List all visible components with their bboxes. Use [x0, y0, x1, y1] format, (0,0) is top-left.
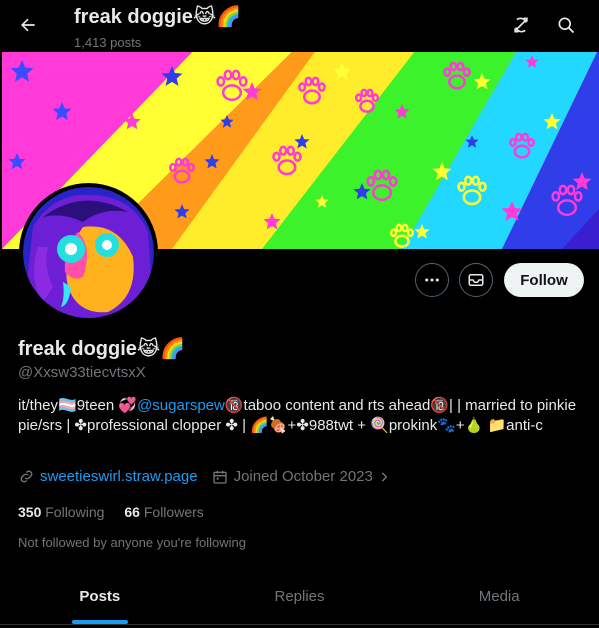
profile-bio: it/they🏳️‍⚧️9teen 💞@sugarspew🔞taboo cont…	[18, 396, 578, 436]
followers-link[interactable]: 66 Followers	[124, 504, 203, 520]
more-options-button[interactable]	[415, 263, 449, 297]
tab-replies[interactable]: Replies	[200, 568, 400, 624]
following-label: Following	[45, 504, 105, 520]
not-followed-notice: Not followed by anyone you're following	[18, 535, 246, 550]
following-link[interactable]: 350 Following	[18, 504, 104, 520]
more-icon	[425, 278, 439, 282]
tab-media-label: Media	[478, 587, 520, 605]
bio-text-1: it/they🏳️‍⚧️9teen 💞	[18, 397, 138, 414]
mail-icon	[468, 274, 484, 286]
followers-label: Followers	[143, 504, 204, 520]
joined-date: Joined October 2023	[233, 468, 373, 485]
follow-button[interactable]: Follow	[504, 263, 584, 297]
calendar-icon	[212, 470, 227, 484]
profile-avatar[interactable]	[19, 183, 158, 322]
top-bar: freak doggie😹🌈 1,413 posts	[0, 0, 599, 52]
sync-icon	[514, 17, 528, 33]
active-tab-indicator	[71, 620, 128, 624]
profile-meta: sweetieswirl.straw.page Joined October 2…	[18, 468, 391, 485]
website-item: sweetieswirl.straw.page	[18, 468, 198, 485]
follow-counts: 350 Following 66 Followers	[18, 504, 204, 520]
bio-mention-link[interactable]: @sugarspew	[137, 397, 225, 414]
back-button[interactable]	[10, 7, 46, 43]
post-count: 1,413 posts	[74, 35, 142, 50]
tab-posts[interactable]: Posts	[0, 568, 200, 624]
tab-posts-label: Posts	[79, 587, 121, 605]
link-icon	[20, 470, 33, 483]
chevron-right-icon	[381, 471, 388, 482]
header-title: freak doggie😹🌈	[74, 6, 242, 28]
display-name: freak doggie😹🌈	[18, 338, 186, 360]
tab-replies-label: Replies	[274, 587, 325, 605]
sync-button[interactable]	[504, 8, 538, 42]
joined-item[interactable]: Joined October 2023	[212, 468, 391, 485]
search-icon	[558, 17, 575, 34]
back-arrow-icon	[21, 18, 35, 32]
tab-media[interactable]: Media	[399, 568, 599, 624]
message-button[interactable]	[459, 263, 493, 297]
following-count: 350	[18, 504, 42, 520]
website-link[interactable]: sweetieswirl.straw.page	[40, 468, 198, 485]
profile-tabs: Posts Replies Media	[0, 568, 599, 625]
user-handle: @Xxsw33tiecvtsxX	[18, 364, 146, 381]
avatar-image	[23, 187, 154, 318]
search-button[interactable]	[549, 8, 583, 42]
followers-count: 66	[124, 504, 140, 520]
